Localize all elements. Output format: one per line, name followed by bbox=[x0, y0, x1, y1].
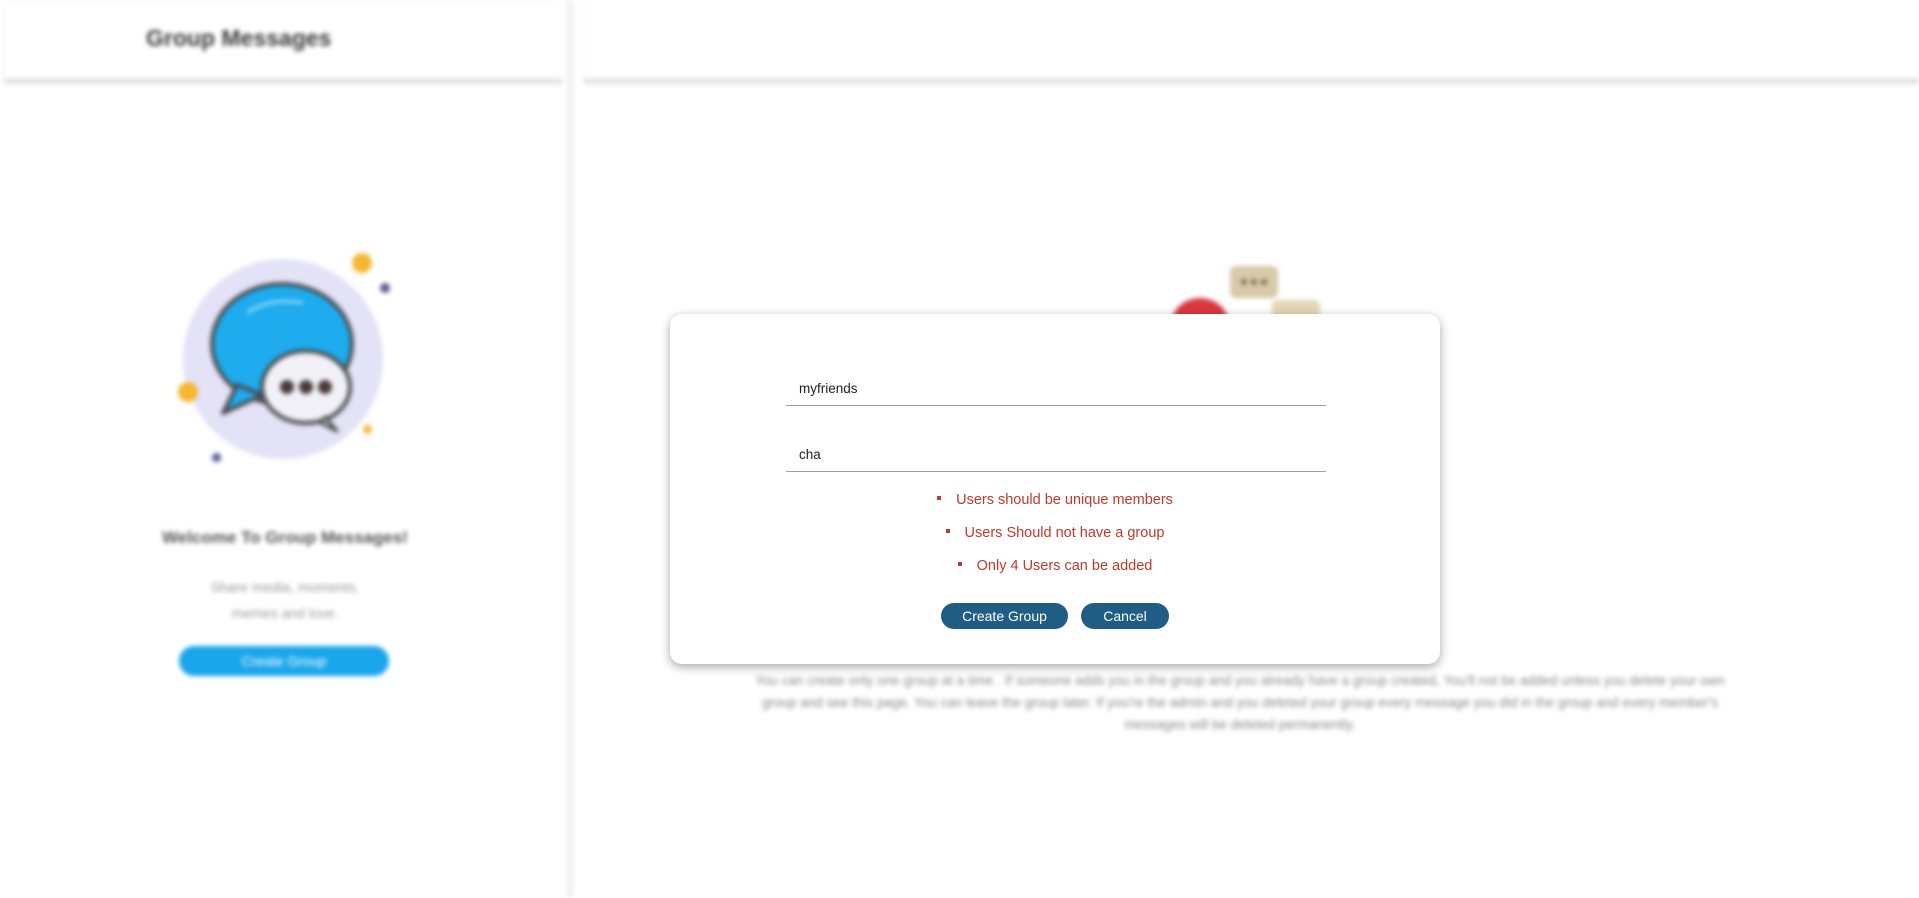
bullet-icon bbox=[937, 496, 942, 501]
error-text: Only 4 Users can be added bbox=[976, 558, 1153, 574]
validation-errors: Users should be unique members Users Sho… bbox=[670, 484, 1440, 583]
welcome-tagline: Share media, moments, memes and love. bbox=[0, 574, 570, 626]
sidebar: Group Messages Welcome To Group Messages… bbox=[0, 0, 570, 898]
tagline-line: Share media, moments, bbox=[210, 579, 360, 595]
sidebar-header: Group Messages bbox=[4, 0, 562, 82]
chat-bubble-icon bbox=[210, 282, 354, 433]
error-item: Only 4 Users can be added bbox=[670, 550, 1440, 583]
error-text: Users Should not have a group bbox=[964, 525, 1165, 541]
create-group-modal: Users should be unique members Users Sho… bbox=[670, 314, 1440, 664]
error-item: Users should be unique members bbox=[670, 484, 1440, 517]
group-name-input[interactable] bbox=[786, 372, 1326, 406]
main-header bbox=[584, 0, 1919, 82]
info-text: You can create only one group at a time … bbox=[755, 673, 1725, 732]
sidebar-create-group-button[interactable]: Create Group bbox=[179, 646, 389, 676]
tagline-line: memes and love. bbox=[231, 605, 339, 621]
welcome-heading: Welcome To Group Messages! bbox=[162, 528, 408, 547]
bullet-icon bbox=[957, 562, 962, 567]
bullet-icon bbox=[945, 529, 950, 534]
chat-bubbles-illustration bbox=[175, 245, 405, 475]
cancel-button[interactable]: Cancel bbox=[1081, 603, 1169, 629]
error-text: Users should be unique members bbox=[956, 492, 1173, 508]
create-group-button[interactable]: Create Group bbox=[941, 603, 1068, 629]
error-item: Users Should not have a group bbox=[670, 517, 1440, 550]
sidebar-title: Group Messages bbox=[146, 25, 332, 51]
users-input[interactable] bbox=[786, 438, 1326, 472]
